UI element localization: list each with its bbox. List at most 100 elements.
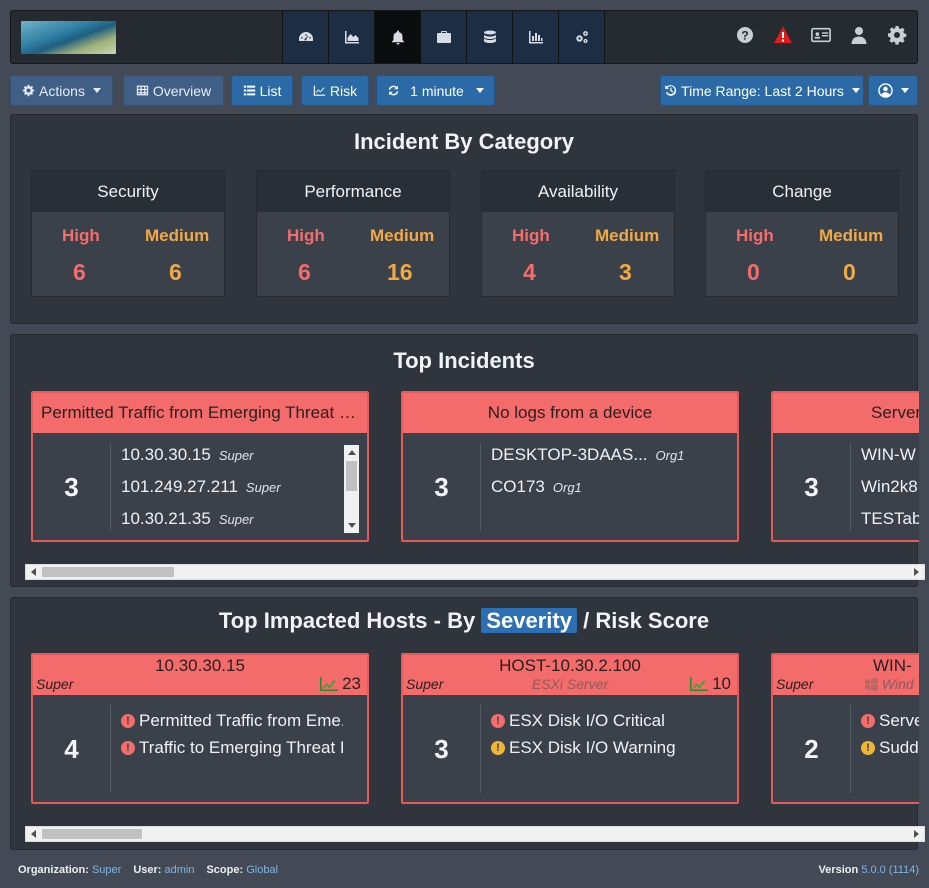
risk-button[interactable]: Risk (301, 75, 369, 106)
medium-count[interactable]: 16 (387, 259, 413, 286)
host-ip: 10.30.21.35 (121, 509, 211, 528)
risk-score: 23 (319, 674, 361, 694)
scope-value[interactable]: Global (246, 864, 278, 876)
list-item[interactable]: ! Serve (861, 707, 919, 734)
user-value[interactable]: admin (165, 864, 195, 876)
user-icon[interactable] (849, 25, 869, 45)
high-count[interactable]: 4 (523, 259, 536, 286)
actions-dropdown[interactable]: Actions (10, 75, 113, 106)
high-count[interactable]: 6 (73, 259, 86, 286)
history-icon (665, 85, 677, 96)
gears-icon (575, 31, 588, 43)
analytics-tab[interactable] (329, 11, 375, 63)
time-range-dropdown[interactable]: Time Range: Last 2 Hours (660, 75, 864, 106)
incident-name: Sudd (879, 737, 919, 757)
list-item[interactable]: WIN-W (861, 445, 919, 477)
list-item[interactable]: Win2k8 (861, 477, 919, 509)
incident-card[interactable]: No logs from a device 3 DESKTOP-3DAAS...… (401, 391, 739, 542)
list-item[interactable]: ! Sudd (861, 734, 919, 761)
briefcase-icon (436, 31, 451, 43)
medium-label: Medium (370, 226, 435, 245)
list-button[interactable]: List (231, 75, 293, 106)
scroll-thumb[interactable] (42, 567, 174, 577)
medium-count[interactable]: 3 (619, 259, 632, 286)
scroll-thumb[interactable] (42, 829, 142, 839)
horizontal-scrollbar[interactable] (25, 826, 925, 842)
resources-tab[interactable] (467, 11, 513, 63)
host-card[interactable]: WIN- Super Wind 2 ! Serve ! Sudd (771, 653, 919, 804)
user-circle-icon (877, 83, 893, 98)
id-card-icon[interactable] (811, 25, 831, 45)
host-card[interactable]: 10.30.30.15 Super 23 4 ! Permitted Traffi… (31, 653, 369, 804)
list-item[interactable]: ! ESX Disk I/O Critical (491, 707, 713, 734)
list-item[interactable]: TESTab (861, 509, 919, 540)
overview-button[interactable]: Overview (123, 75, 224, 106)
org-name: Super (218, 512, 254, 527)
top-impacted-hosts-panel: Top Impacted Hosts - By Severity / Risk … (10, 597, 925, 850)
category-card-security[interactable]: Security High Medium 6 6 (31, 170, 225, 297)
list-item[interactable]: ! Traffic to Emerging Threat I... (121, 734, 343, 761)
risk-score: 10 (689, 674, 731, 694)
top-navbar: ? (10, 10, 918, 64)
version-label: Version (818, 864, 859, 876)
medium-label: Medium (145, 226, 210, 245)
list-item[interactable]: ! ESX Disk I/O Warning (491, 734, 713, 761)
category-name: Availability (482, 171, 674, 212)
category-card-performance[interactable]: Performance High Medium 6 16 (256, 170, 450, 297)
incident-card[interactable]: Permitted Traffic from Emerging Threat I… (31, 391, 369, 542)
incident-cards-strip: Permitted Traffic from Emerging Threat I… (31, 391, 919, 542)
svg-text:?: ? (741, 29, 748, 43)
medium-count[interactable]: 6 (169, 259, 182, 286)
user-label: User: (133, 864, 162, 876)
scroll-up-arrow-icon[interactable] (348, 450, 356, 455)
list-item[interactable]: 10.30.21.35 Super (121, 509, 343, 540)
version-value: 5.0.0 (1114) (861, 864, 919, 876)
bar-chart-icon (528, 31, 543, 44)
high-count[interactable]: 6 (298, 259, 311, 286)
scope-label: Scope: (206, 864, 244, 876)
scroll-thumb[interactable] (346, 461, 357, 491)
medium-count[interactable]: 0 (843, 259, 856, 286)
category-card-change[interactable]: Change High Medium 0 0 (705, 170, 899, 297)
admin-tab[interactable] (559, 11, 605, 63)
device-type: ESXi Server (531, 676, 609, 692)
caret-down-icon (92, 88, 101, 93)
high-label: High (512, 226, 550, 245)
incident-title: No logs from a device (403, 393, 737, 433)
scroll-left-arrow-icon[interactable] (31, 830, 36, 838)
org-value[interactable]: Super (92, 864, 121, 876)
list-item[interactable]: ! Permitted Traffic from Eme... (121, 707, 343, 734)
high-label: High (736, 226, 774, 245)
list-item[interactable]: 10.30.30.15 Super (121, 445, 343, 477)
category-card-availability[interactable]: Availability High Medium 4 3 (481, 170, 675, 297)
list-item[interactable]: CO173 Org1 (491, 477, 713, 509)
dashboard-tab[interactable] (283, 11, 329, 63)
severity-toggle[interactable]: Severity (481, 608, 577, 633)
list-item[interactable]: 101.249.27.211 Super (121, 477, 343, 509)
scroll-left-arrow-icon[interactable] (31, 568, 36, 576)
high-severity-icon: ! (121, 713, 135, 728)
scroll-right-arrow-icon[interactable] (914, 830, 919, 838)
scroll-right-arrow-icon[interactable] (914, 568, 919, 576)
incident-card[interactable]: Server 3 WIN-W Win2k8 TESTab (771, 391, 919, 542)
vertical-scrollbar[interactable] (344, 445, 359, 533)
high-count[interactable]: 0 (747, 259, 760, 286)
host-name: CO173 (491, 477, 545, 496)
settings-gear-icon[interactable] (887, 25, 907, 45)
host-card[interactable]: HOST-10.30.2.100 Super ESXi Server 10 3 … (401, 653, 739, 804)
help-icon[interactable]: ? (735, 25, 755, 45)
host-card-header: 10.30.30.15 Super 23 (33, 655, 367, 695)
caret-down-icon (475, 88, 484, 93)
incidents-tab[interactable] (375, 11, 421, 63)
warning-icon[interactable] (773, 25, 793, 45)
risk-score-toggle[interactable]: Risk Score (595, 608, 709, 633)
host-name: 10.30.30.15 (155, 656, 245, 675)
cmdb-tab[interactable] (421, 11, 467, 63)
user-menu-dropdown[interactable] (868, 75, 918, 106)
scroll-down-arrow-icon[interactable] (348, 523, 356, 528)
brand-logo[interactable] (21, 21, 116, 54)
refresh-interval-dropdown[interactable]: 1 minute (376, 75, 495, 106)
horizontal-scrollbar[interactable] (25, 564, 925, 580)
reports-tab[interactable] (513, 11, 559, 63)
list-item[interactable]: DESKTOP-3DAAS... Org1 (491, 445, 713, 477)
